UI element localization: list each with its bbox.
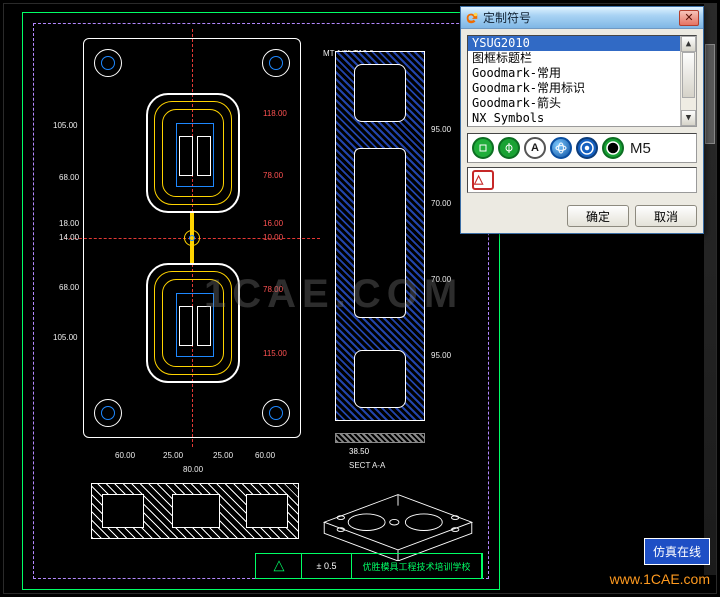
dialog-titlebar[interactable]: 定制符号 ✕: [461, 7, 703, 29]
dim-text: 60.00: [115, 451, 135, 460]
section-bar: [335, 433, 425, 443]
target-icon[interactable]: [576, 137, 598, 159]
list-item[interactable]: YSUG2010: [468, 36, 696, 51]
dim-text: 105.00: [53, 333, 77, 342]
dim-text: 70.00: [431, 199, 451, 208]
close-button[interactable]: ✕: [679, 10, 699, 26]
hole-icon[interactable]: [602, 137, 624, 159]
sphere-icon[interactable]: [550, 137, 572, 159]
close-icon: ✕: [684, 11, 693, 24]
scroll-up-icon[interactable]: ▲: [681, 36, 696, 52]
dim-text: 60.00: [255, 451, 275, 460]
dim-text: 25.00: [163, 451, 183, 460]
dialog-button-row: 确定 取消: [461, 199, 703, 233]
scrollbar-vertical[interactable]: [704, 4, 716, 575]
dim-text: 18.00: [59, 219, 79, 228]
cavity-top: [146, 93, 240, 213]
isometric-view: [315, 465, 481, 561]
cancel-button[interactable]: 取消: [635, 205, 697, 227]
titleblock-school: 优胜模具工程技术培训学校: [352, 554, 482, 578]
thread-size-label: M5: [630, 140, 651, 157]
dim-text: 78.00: [263, 171, 283, 180]
dim-text: 95.00: [431, 125, 451, 134]
dim-text: 118.00: [263, 109, 287, 118]
list-scrollbar[interactable]: ▲ ▼: [680, 36, 696, 126]
datum-icon[interactable]: [472, 137, 494, 159]
dim-text: 105.00: [53, 121, 77, 130]
symbol-toolbar-row2: △: [467, 167, 697, 193]
titleblock: ± 0.5 优胜模具工程技术培训学校: [255, 553, 483, 579]
list-item[interactable]: 图框标题栏: [468, 51, 696, 66]
dim-text: 16.00: [263, 219, 283, 228]
text-a-icon[interactable]: A: [524, 137, 546, 159]
scrollbar-thumb[interactable]: [682, 52, 695, 98]
dim-text: 25.00: [213, 451, 233, 460]
ok-button[interactable]: 确定: [567, 205, 629, 227]
scrollbar-thumb[interactable]: [705, 44, 715, 144]
titleblock-logo: [256, 554, 302, 578]
symbol-toolbar: A M5: [467, 133, 697, 163]
custom-symbols-dialog[interactable]: 定制符号 ✕ YSUG2010 图框标题栏 Goodmark-常用 Goodma…: [460, 6, 704, 234]
dim-text: 68.00: [59, 173, 79, 182]
dim-text: 10.00: [263, 233, 283, 242]
side-view: [335, 51, 425, 421]
dim-text: 68.00: [59, 283, 79, 292]
list-item[interactable]: Goodmark-常用: [468, 66, 696, 81]
dialog-title: 定制符号: [483, 9, 675, 26]
corner-hole: [262, 399, 290, 427]
scroll-down-icon[interactable]: ▼: [681, 110, 696, 126]
list-item[interactable]: Goodmark-常用标识: [468, 81, 696, 96]
dim-text: 14.00: [59, 233, 79, 242]
dim-text: 115.00: [263, 349, 287, 358]
list-item[interactable]: Goodmark-箭头: [468, 96, 696, 111]
dim-text: 38.50: [349, 447, 369, 456]
brand-badge: 仿真在线: [644, 538, 710, 565]
list-item[interactable]: Mold Symbols: [468, 126, 696, 127]
dim-text: 80.00: [183, 465, 203, 474]
warn-icon[interactable]: △: [472, 170, 494, 190]
corner-hole: [94, 49, 122, 77]
watermark: 1CAE.COM: [204, 272, 463, 317]
app-icon: [465, 11, 479, 25]
runner: [184, 213, 200, 263]
list-item[interactable]: NX Symbols: [468, 111, 696, 126]
corner-hole: [94, 399, 122, 427]
titleblock-tolerance: ± 0.5: [302, 554, 352, 578]
gd-frame-icon[interactable]: [498, 137, 520, 159]
brand-url: www.1CAE.com: [610, 571, 710, 587]
corner-hole: [262, 49, 290, 77]
symbol-library-list[interactable]: YSUG2010 图框标题栏 Goodmark-常用 Goodmark-常用标识…: [467, 35, 697, 127]
section-view: [91, 483, 299, 539]
cavity-core: [176, 123, 214, 187]
dim-text: 95.00: [431, 351, 451, 360]
